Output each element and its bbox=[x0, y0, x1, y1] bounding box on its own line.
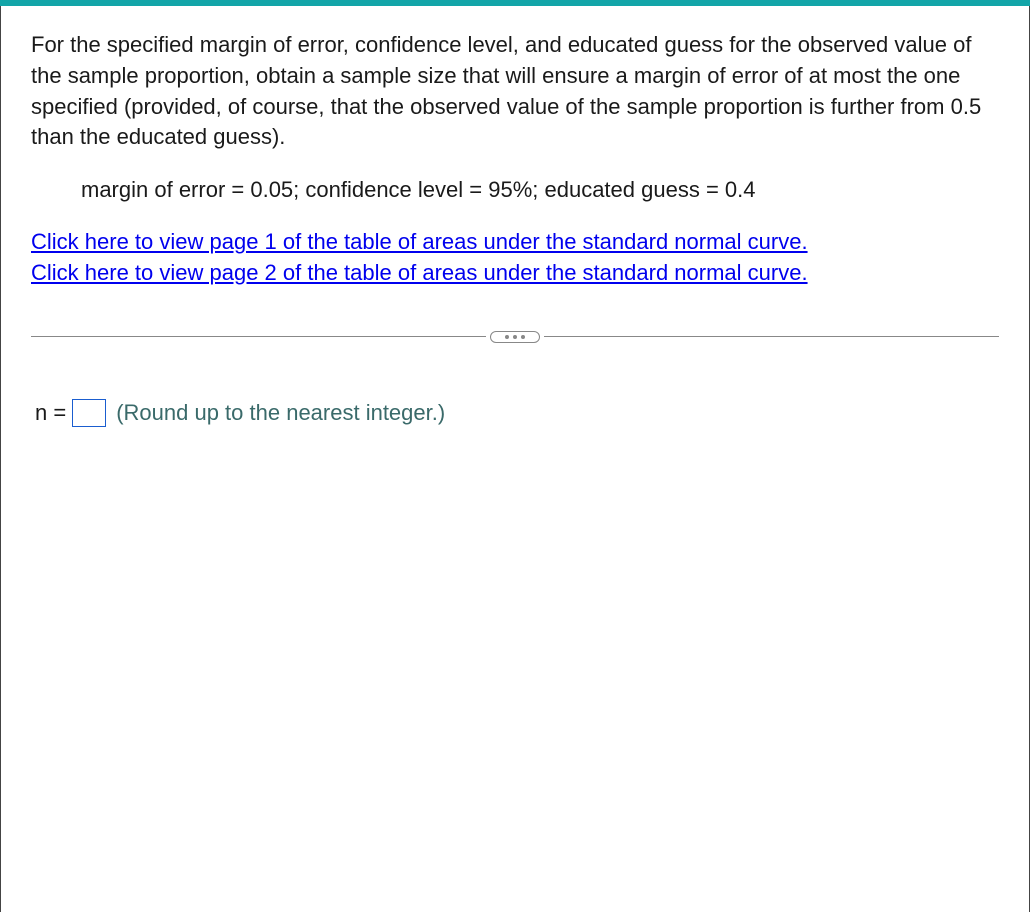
expand-collapse-button[interactable] bbox=[490, 331, 540, 343]
divider-line-right bbox=[544, 336, 999, 337]
dot-icon bbox=[513, 335, 517, 339]
given-values: margin of error = 0.05; confidence level… bbox=[81, 177, 999, 203]
link-table-page-1[interactable]: Click here to view page 1 of the table o… bbox=[31, 227, 999, 258]
dot-icon bbox=[505, 335, 509, 339]
dot-icon bbox=[521, 335, 525, 339]
link-table-page-2[interactable]: Click here to view page 2 of the table o… bbox=[31, 258, 999, 289]
section-divider bbox=[31, 331, 999, 343]
answer-row: n = (Round up to the nearest integer.) bbox=[35, 399, 999, 427]
answer-label: n = bbox=[35, 400, 66, 426]
answer-input-n[interactable] bbox=[72, 399, 106, 427]
problem-panel: For the specified margin of error, confi… bbox=[0, 6, 1030, 912]
answer-hint: (Round up to the nearest integer.) bbox=[116, 400, 445, 426]
divider-line-left bbox=[31, 336, 486, 337]
problem-statement: For the specified margin of error, confi… bbox=[31, 30, 999, 153]
